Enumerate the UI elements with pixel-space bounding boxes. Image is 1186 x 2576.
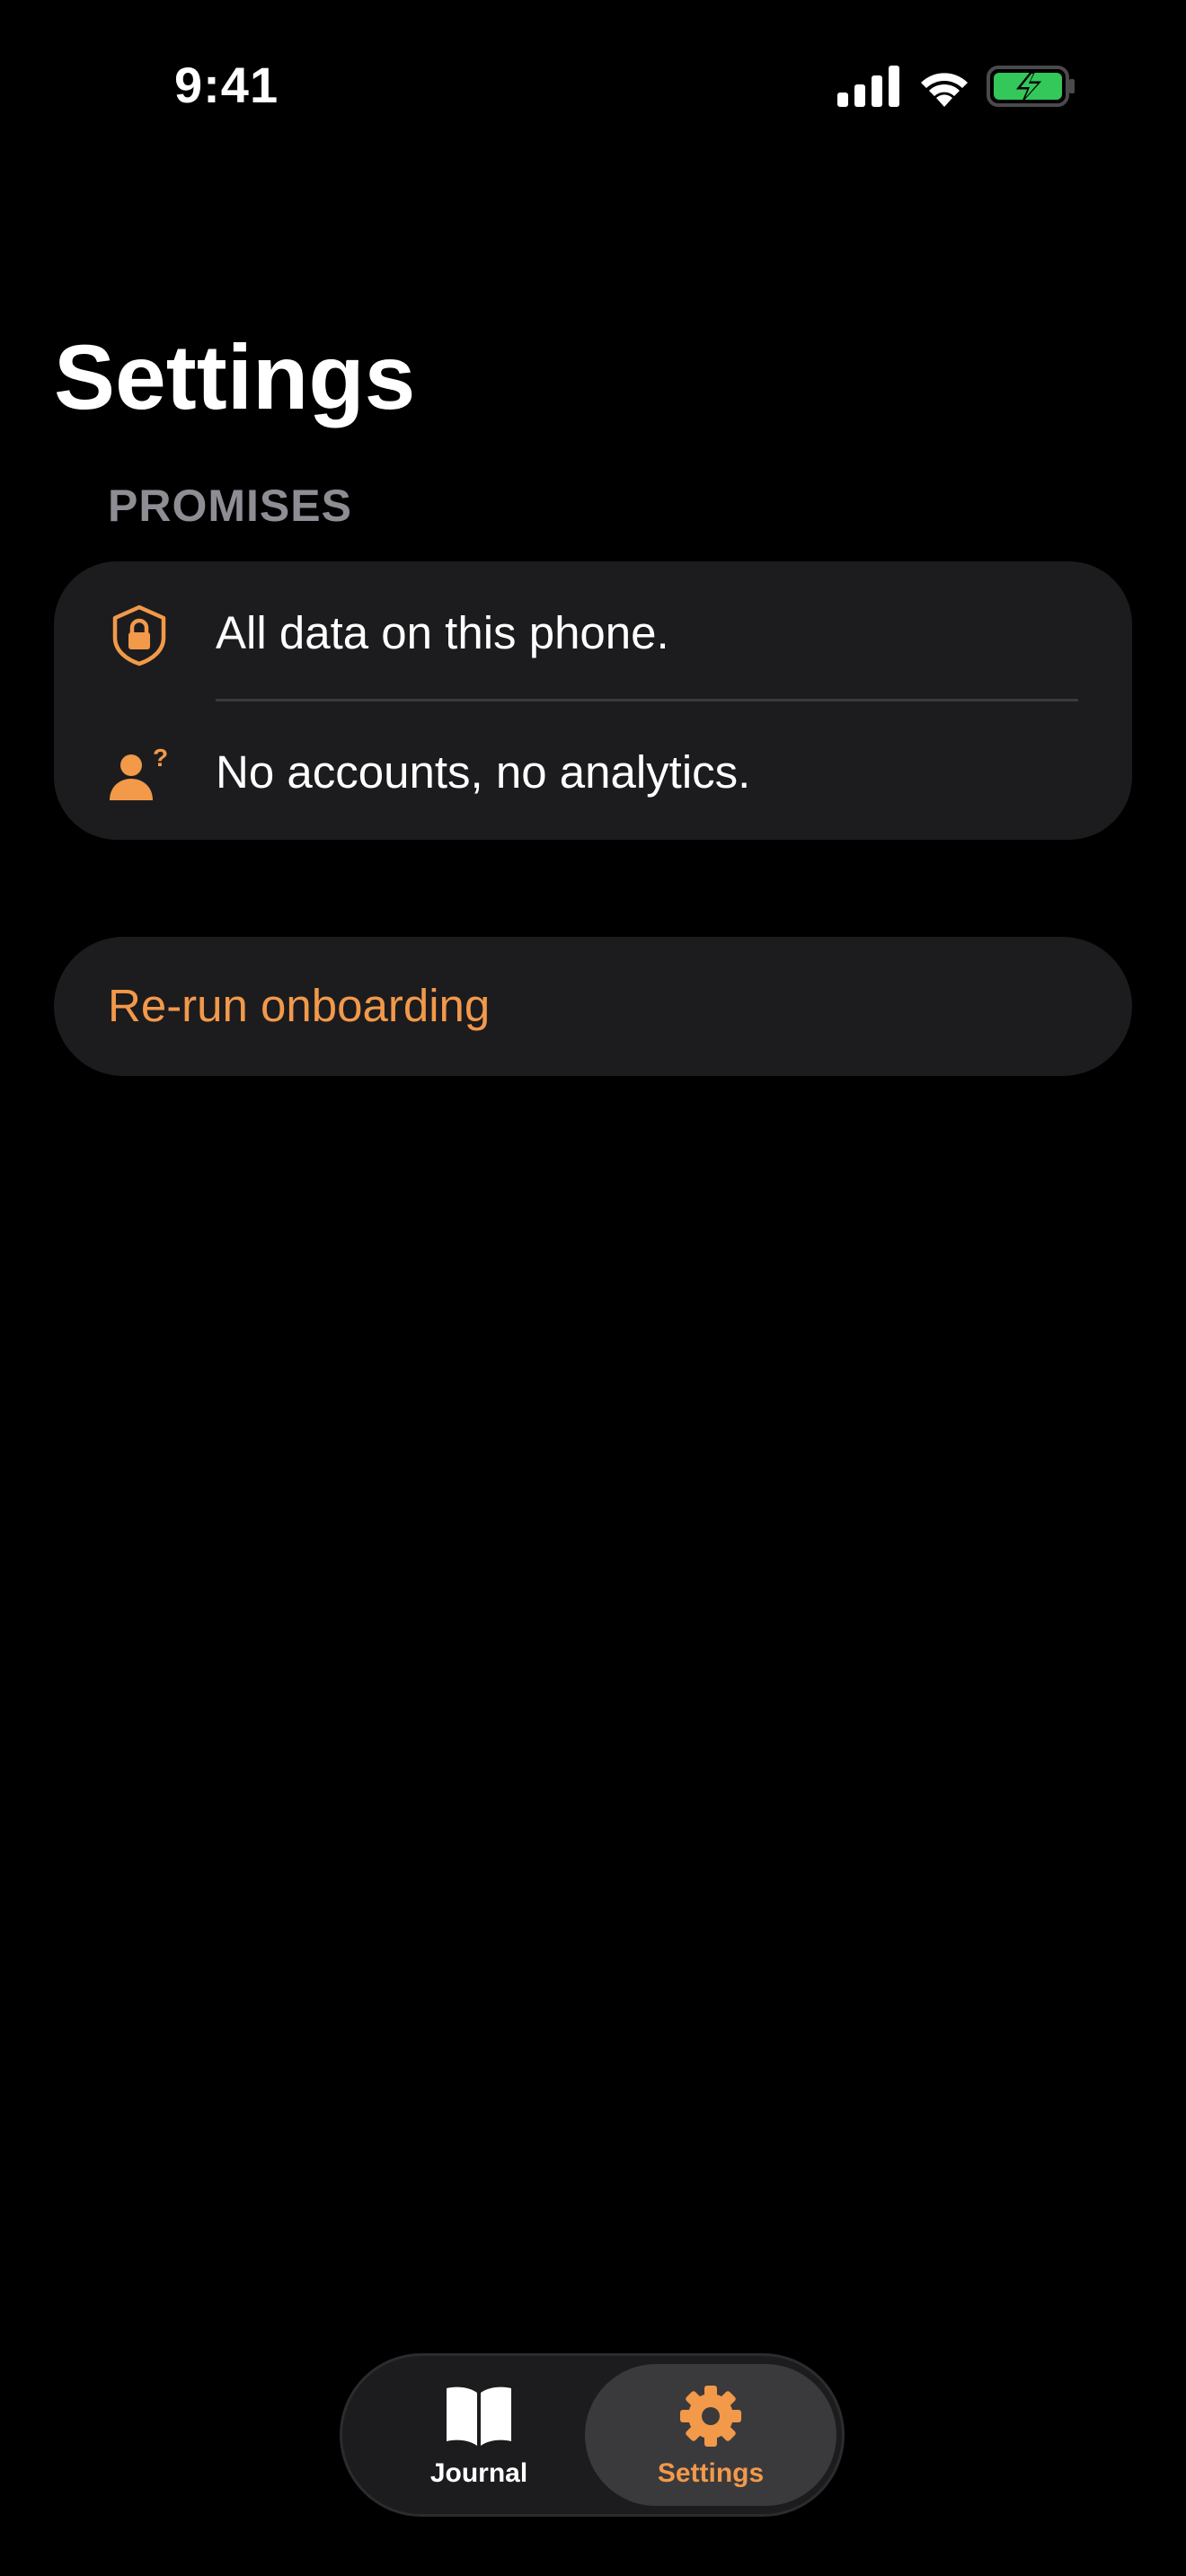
wifi-icon [921, 73, 968, 107]
status-time: 9:41 [174, 57, 279, 113]
lock-shield-icon [112, 604, 166, 666]
tab-settings[interactable]: Settings [585, 2364, 836, 2506]
tab-bar: Journal Settings [340, 2353, 845, 2517]
promise-row-no-accounts: ? No accounts, no analytics. [54, 701, 1132, 840]
battery-charging-icon [987, 66, 1075, 107]
person-question-icon: ? [110, 744, 168, 800]
status-icons [837, 61, 1076, 111]
tab-label: Journal [429, 2458, 528, 2488]
cellular-signal-icon [837, 66, 899, 107]
section-header-promises: PROMISES [108, 481, 352, 531]
page-title: Settings [54, 326, 416, 428]
promise-row-data-on-phone: All data on this phone. [54, 561, 1132, 701]
book-icon [447, 2386, 511, 2446]
rerun-onboarding-button[interactable]: Re-run onboarding [54, 937, 1132, 1076]
rerun-onboarding-label: Re-run onboarding [108, 980, 491, 1031]
promises-card: All data on this phone. ? No accounts, n… [54, 561, 1132, 840]
gear-icon [680, 2386, 741, 2447]
tab-journal[interactable]: Journal [353, 2364, 605, 2506]
status-bar: 9:41 [0, 0, 1186, 171]
tab-label: Settings [657, 2458, 765, 2488]
promise-label: No accounts, no analytics. [216, 746, 751, 798]
promise-label: All data on this phone. [216, 607, 669, 658]
svg-text:?: ? [153, 744, 168, 772]
